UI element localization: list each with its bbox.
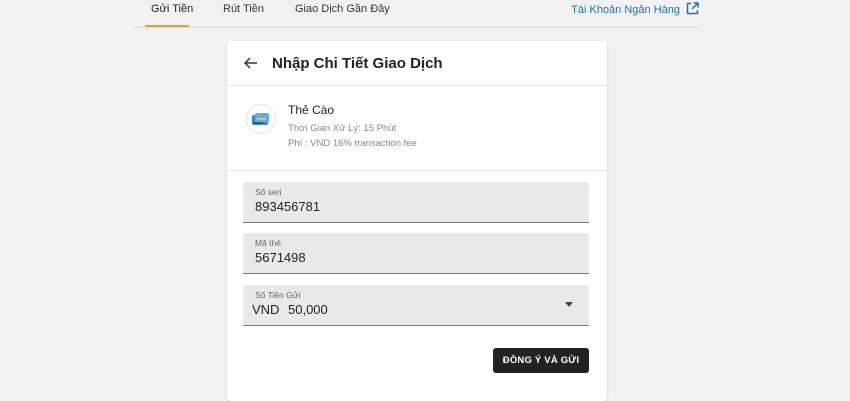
transaction-card: Nhập Chi Tiết Giao Dịch Thẻ Cào Thời Gia… xyxy=(227,41,607,401)
card-header: Nhập Chi Tiết Giao Dịch xyxy=(227,41,607,86)
tab-recent-transactions[interactable]: Giao Dịch Gần Đây xyxy=(295,0,390,26)
transaction-fee: Phí : VND 16% transaction fee xyxy=(288,138,417,149)
page-title: Nhập Chi Tiết Giao Dịch xyxy=(272,54,443,72)
serial-value: 893456781 xyxy=(255,199,321,214)
active-tab-indicator xyxy=(145,25,189,27)
back-button[interactable] xyxy=(242,54,260,72)
card-code-field[interactable]: Mã thẻ 5671498 xyxy=(243,233,589,274)
top-navigation: Gửi Tiền Rút Tiền Giao Dịch Gần Đây Tài … xyxy=(134,0,699,28)
chevron-down-icon xyxy=(565,302,573,307)
amount-select[interactable]: Số Tiền Gửi VND 50,000 xyxy=(243,285,589,326)
payment-method-name: Thẻ Cào xyxy=(288,103,335,117)
scratch-card-icon xyxy=(246,104,276,134)
arrow-left-icon xyxy=(244,57,257,69)
amount-value: 50,000 xyxy=(288,302,328,317)
external-link-icon xyxy=(686,2,699,18)
currency-label: VND xyxy=(252,302,280,317)
bank-account-link[interactable]: Tài Khoản Ngân Hàng xyxy=(571,2,699,18)
processing-time: Thời Gian Xử Lý: 15 Phút xyxy=(288,123,397,134)
amount-label: Số Tiền Gửi xyxy=(255,290,301,300)
serial-field[interactable]: Số seri 893456781 xyxy=(243,182,589,223)
card-code-label: Mã thẻ xyxy=(255,238,281,248)
agree-and-submit-button[interactable]: ĐỒNG Ý VÀ GỬI xyxy=(493,348,589,373)
card-code-value: 5671498 xyxy=(255,250,306,265)
payment-method-info: Thẻ Cào Thời Gian Xử Lý: 15 Phút Phí : V… xyxy=(227,86,607,171)
bank-account-link-label: Tài Khoản Ngân Hàng xyxy=(571,4,680,16)
serial-label: Số seri xyxy=(255,187,282,197)
tab-withdraw[interactable]: Rút Tiền xyxy=(223,0,264,26)
tab-deposit[interactable]: Gửi Tiền xyxy=(151,0,193,26)
